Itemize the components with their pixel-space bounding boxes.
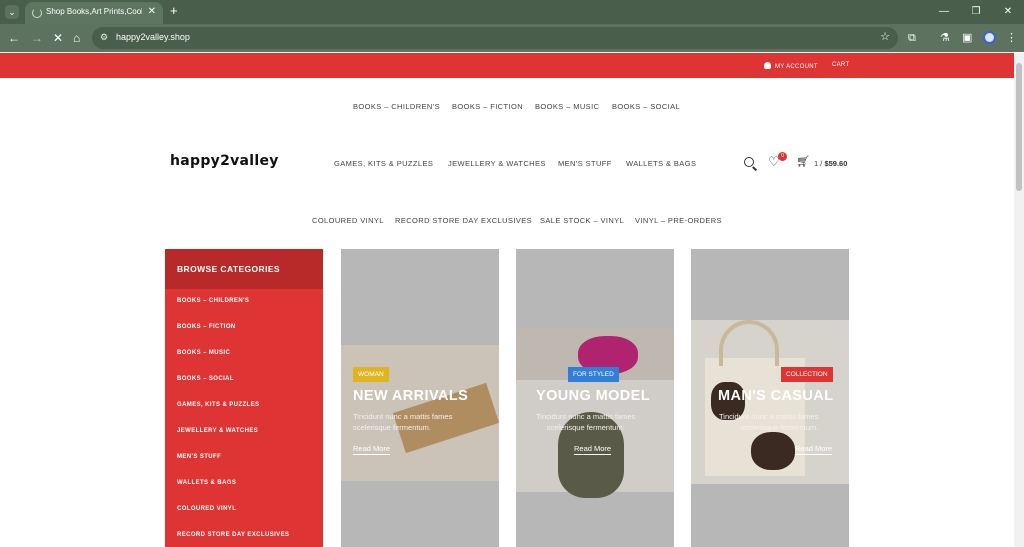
tab-title: Shop Books,Art Prints,Cool Gift — [46, 7, 142, 16]
banner-young-model[interactable]: FOR STYLED YOUNG MODEL Tincidunt nunc a … — [516, 249, 674, 547]
sidebar-title: BROWSE CATEGORIES — [177, 264, 280, 274]
browser-tab-bar: ⌄ Shop Books,Art Prints,Cool Gift ✕ + — … — [0, 0, 1024, 24]
sidebar-item-coloured-vinyl[interactable]: COLOURED VINYL — [177, 506, 236, 512]
banner-title: MAN'S CASUAL — [718, 388, 834, 404]
cart-icon[interactable]: 🛒︎ — [796, 156, 810, 168]
banner-mans-casual[interactable]: COLLECTION MAN'S CASUAL Tincidunt nunc a… — [691, 249, 849, 547]
window-controls: — ❐ ✕ — [928, 0, 1024, 24]
sidebar-item-books-social[interactable]: BOOKS – SOCIAL — [177, 376, 234, 382]
new-tab-button[interactable]: + — [170, 4, 178, 18]
bookmark-star-icon[interactable]: ☆ — [880, 30, 890, 43]
menu-item-jewellery[interactable]: JEWELLERY & WATCHES — [448, 159, 546, 168]
sidebar-item-books-childrens[interactable]: BOOKS – CHILDREN'S — [177, 298, 249, 304]
wishlist-count-badge: 0 — [778, 152, 787, 161]
menu-item-wallets[interactable]: WALLETS & BAGS — [626, 159, 696, 168]
sidebar-item-books-fiction[interactable]: BOOKS – FICTION — [177, 324, 236, 330]
banner-desc: Tincidunt nunc a mattis fames scelerisque… — [353, 411, 452, 433]
forward-icon[interactable]: → — [31, 30, 43, 46]
menu-item-books-music[interactable]: BOOKS – MUSIC — [535, 102, 599, 111]
menu-item-coloured-vinyl[interactable]: COLOURED VINYL — [312, 216, 384, 225]
sidebar-item-books-music[interactable]: BOOKS – MUSIC — [177, 350, 230, 356]
profile-avatar-icon[interactable] — [983, 31, 996, 44]
banner-chip: WOMAN — [353, 367, 389, 382]
read-more-link[interactable]: Read More — [353, 444, 391, 455]
site-logo[interactable]: happy2valley — [170, 153, 279, 169]
menu-item-sale-stock[interactable]: SALE STOCK – VINYL — [540, 216, 624, 225]
minimize-icon[interactable]: — — [928, 0, 960, 24]
cart-amount: $59.60 — [824, 159, 848, 168]
my-account-label: MY ACCOUNT — [775, 64, 818, 70]
site-top-bar: MY ACCOUNT CART — [0, 53, 1024, 78]
tab-search-button[interactable]: ⌄ — [5, 5, 19, 19]
browser-toolbar: ← → ✕ ⌂ ⚙ happy2valley.shop ☆ ⧉ ⚗ ▣ ⋮ — [0, 24, 1024, 52]
banner-desc-line2: scelerisque fermentum. — [546, 423, 625, 432]
user-icon — [764, 62, 771, 69]
read-more-link[interactable]: Read More — [574, 444, 612, 455]
banner-title: NEW ARRIVALS — [353, 388, 469, 404]
sidebar-item-mens-stuff[interactable]: MEN'S STUFF — [177, 454, 221, 460]
close-window-icon[interactable]: ✕ — [992, 0, 1024, 24]
site-info-icon[interactable]: ⚙ — [100, 32, 108, 43]
scroll-thumb[interactable] — [1016, 63, 1022, 191]
address-bar[interactable]: ⚙ happy2valley.shop ☆ — [92, 27, 898, 49]
labs-flask-icon[interactable]: ⚗ — [940, 30, 950, 46]
restore-icon[interactable]: ❐ — [960, 0, 992, 24]
extensions-icon[interactable]: ⧉ — [908, 30, 916, 46]
browser-menu-icon[interactable]: ⋮ — [1006, 30, 1017, 46]
menu-item-books-childrens[interactable]: BOOKS – CHILDREN'S — [353, 102, 440, 111]
banner-desc: Tincidunt nunc a mattis fames scelerisque… — [536, 411, 635, 433]
side-panel-icon[interactable]: ▣ — [962, 30, 972, 46]
banner-desc-line2: scelerisque fermentum. — [740, 423, 819, 432]
browse-categories-sidebar: BROWSE CATEGORIES BOOKS – CHILDREN'S BOO… — [165, 249, 323, 547]
cart-total[interactable]: 1 / $59.60 — [814, 159, 847, 168]
banner-desc-line1: Tincidunt nunc a mattis fames — [536, 412, 636, 421]
sidebar-item-games[interactable]: GAMES, KITS & PUZZLES — [177, 402, 259, 408]
my-account-link[interactable]: MY ACCOUNT — [764, 62, 818, 70]
banner-desc-line1: Tincidunt nunc a mattis fames — [719, 412, 819, 421]
search-icon[interactable] — [744, 157, 754, 167]
menu-item-books-fiction[interactable]: BOOKS – FICTION — [452, 102, 523, 111]
banner-chip: COLLECTION — [781, 367, 833, 382]
read-more-link[interactable]: Read More — [795, 444, 833, 455]
home-icon[interactable]: ⌂ — [73, 30, 80, 46]
banner-desc-line1: Tincidunt nunc a mattis fames — [353, 412, 453, 421]
page-scrollbar[interactable] — [1014, 53, 1024, 547]
tab-close-icon[interactable]: ✕ — [148, 6, 156, 17]
banner-image-vase — [516, 328, 674, 498]
stop-loading-icon[interactable]: ✕ — [53, 30, 63, 46]
back-icon[interactable]: ← — [8, 30, 20, 46]
menu-item-mens-stuff[interactable]: MEN'S STUFF — [558, 159, 612, 168]
cart-link[interactable]: CART — [832, 62, 849, 68]
tote-handle-shape — [719, 320, 779, 366]
banner-chip: FOR STYLED — [568, 367, 619, 382]
sidebar-item-jewellery[interactable]: JEWELLERY & WATCHES — [177, 428, 258, 434]
browser-tab-active[interactable]: Shop Books,Art Prints,Cool Gift ✕ — [25, 2, 163, 24]
menu-item-record-store-day[interactable]: RECORD STORE DAY EXCLUSIVES — [395, 216, 532, 225]
sidebar-item-record-store-day[interactable]: RECORD STORE DAY EXCLUSIVES — [177, 532, 289, 538]
banner-new-arrivals[interactable]: WOMAN NEW ARRIVALS Tincidunt nunc a matt… — [341, 249, 499, 547]
menu-item-pre-orders[interactable]: VINYL – PRE-ORDERS — [635, 216, 722, 225]
cowhide-spot-2 — [751, 432, 795, 470]
cart-count: 1 / — [814, 159, 823, 168]
banner-desc: Tincidunt nunc a mattis fames scelerisque… — [719, 411, 818, 433]
menu-item-books-social[interactable]: BOOKS – SOCIAL — [612, 102, 680, 111]
menu-item-games[interactable]: GAMES, KITS & PUZZLES — [334, 159, 433, 168]
banner-desc-line2: scelerisque fermentum. — [353, 423, 431, 432]
banner-title: YOUNG MODEL — [536, 388, 650, 404]
url-text[interactable]: happy2valley.shop — [116, 32, 190, 42]
sidebar-header: BROWSE CATEGORIES — [165, 249, 323, 289]
sidebar-item-wallets[interactable]: WALLETS & BAGS — [177, 480, 236, 486]
loading-spinner-icon — [32, 8, 42, 18]
